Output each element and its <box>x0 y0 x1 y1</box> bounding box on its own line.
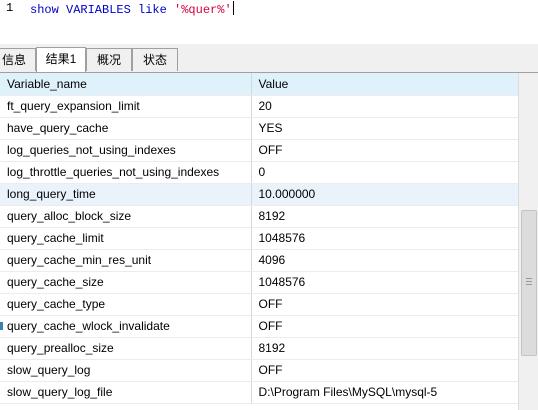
table-row[interactable]: query_cache_size 1048576 <box>0 271 518 294</box>
table-row[interactable]: query_cache_wlock_invalidate OFF <box>0 315 518 338</box>
sql-editor[interactable]: 1 show VARIABLES like '%quer%' <box>0 0 538 44</box>
cell-value[interactable]: 8192 <box>251 337 518 360</box>
grip-line <box>526 284 532 285</box>
cell-variable-name[interactable]: query_cache_type <box>0 293 252 316</box>
table-row[interactable]: query_cache_type OFF <box>0 293 518 316</box>
table-row[interactable]: slow_query_log OFF <box>0 359 518 382</box>
cell-value[interactable]: 1048576 <box>251 227 518 250</box>
table-row[interactable]: have_query_cache YES <box>0 117 518 140</box>
cell-variable-name[interactable]: log_throttle_queries_not_using_indexes <box>0 161 252 184</box>
cell-value[interactable]: OFF <box>251 139 518 162</box>
current-row-indicator <box>0 322 3 330</box>
table-row[interactable]: slow_query_log_file D:\Program Files\MySQ… <box>0 381 518 404</box>
tab-info[interactable]: 信息 <box>0 48 36 71</box>
cell-variable-name[interactable]: query_cache_size <box>0 271 252 294</box>
cell-value[interactable]: 10.000000 <box>251 183 518 206</box>
line-number: 1 <box>6 1 14 15</box>
result-grid[interactable]: Variable_name Value ft_query_expansion_l… <box>0 73 518 410</box>
cell-value[interactable]: 20 <box>251 95 518 118</box>
cell-variable-name[interactable]: query_cache_wlock_invalidate <box>0 315 252 338</box>
table-row[interactable]: query_cache_min_res_unit 4096 <box>0 249 518 272</box>
cell-variable-name[interactable]: have_query_cache <box>0 117 252 140</box>
cell-variable-name[interactable]: slow_query_log_file <box>0 381 252 404</box>
table-row[interactable]: query_alloc_block_size 8192 <box>0 205 518 228</box>
table-row[interactable]: ft_query_expansion_limit 20 <box>0 95 518 118</box>
table-row[interactable]: long_query_time 10.000000 <box>0 183 518 206</box>
cell-value[interactable]: 4096 <box>251 249 518 272</box>
cell-variable-name[interactable]: query_prealloc_size <box>0 337 252 360</box>
tab-profile[interactable]: 概况 <box>86 48 132 71</box>
scrollbar-thumb[interactable] <box>521 210 537 356</box>
cell-variable-name[interactable]: long_query_time <box>0 183 252 206</box>
table-row[interactable]: query_cache_limit 1048576 <box>0 227 518 250</box>
column-header-value[interactable]: Value <box>251 73 518 96</box>
table-row[interactable]: query_prealloc_size 8192 <box>0 337 518 360</box>
grip-line <box>526 281 532 282</box>
cell-value[interactable]: 8192 <box>251 205 518 228</box>
sql-keyword: show VARIABLES like <box>30 3 175 17</box>
cell-variable-name[interactable]: log_queries_not_using_indexes <box>0 139 252 162</box>
sql-string: '%quer%' <box>174 3 232 17</box>
column-header-variable-name[interactable]: Variable_name <box>0 73 252 96</box>
cell-value[interactable]: D:\Program Files\MySQL\mysql-5 <box>251 381 518 404</box>
vertical-scrollbar[interactable] <box>518 73 538 410</box>
cell-value[interactable]: 1048576 <box>251 271 518 294</box>
table-row[interactable]: log_throttle_queries_not_using_indexes 0 <box>0 161 518 184</box>
result-tabs: 信息 结果1 概况 状态 <box>0 44 538 73</box>
tab-result-1[interactable]: 结果1 <box>36 47 86 72</box>
sql-query-text[interactable]: show VARIABLES like '%quer%' <box>30 1 234 17</box>
header-row: Variable_name Value <box>0 73 518 96</box>
cell-variable-name[interactable]: query_cache_limit <box>0 227 252 250</box>
cell-value[interactable]: YES <box>251 117 518 140</box>
cell-value[interactable]: OFF <box>251 293 518 316</box>
cell-value[interactable]: OFF <box>251 315 518 338</box>
tab-status[interactable]: 状态 <box>132 48 178 71</box>
cell-variable-name[interactable]: slow_query_log <box>0 359 252 382</box>
cell-variable-name[interactable]: ft_query_expansion_limit <box>0 95 252 118</box>
cell-value[interactable]: 0 <box>251 161 518 184</box>
grip-line <box>526 278 532 279</box>
cell-variable-name[interactable]: query_alloc_block_size <box>0 205 252 228</box>
text-caret <box>232 1 234 15</box>
table-row[interactable]: log_queries_not_using_indexes OFF <box>0 139 518 162</box>
cell-variable-name[interactable]: query_cache_min_res_unit <box>0 249 252 272</box>
cell-value[interactable]: OFF <box>251 359 518 382</box>
